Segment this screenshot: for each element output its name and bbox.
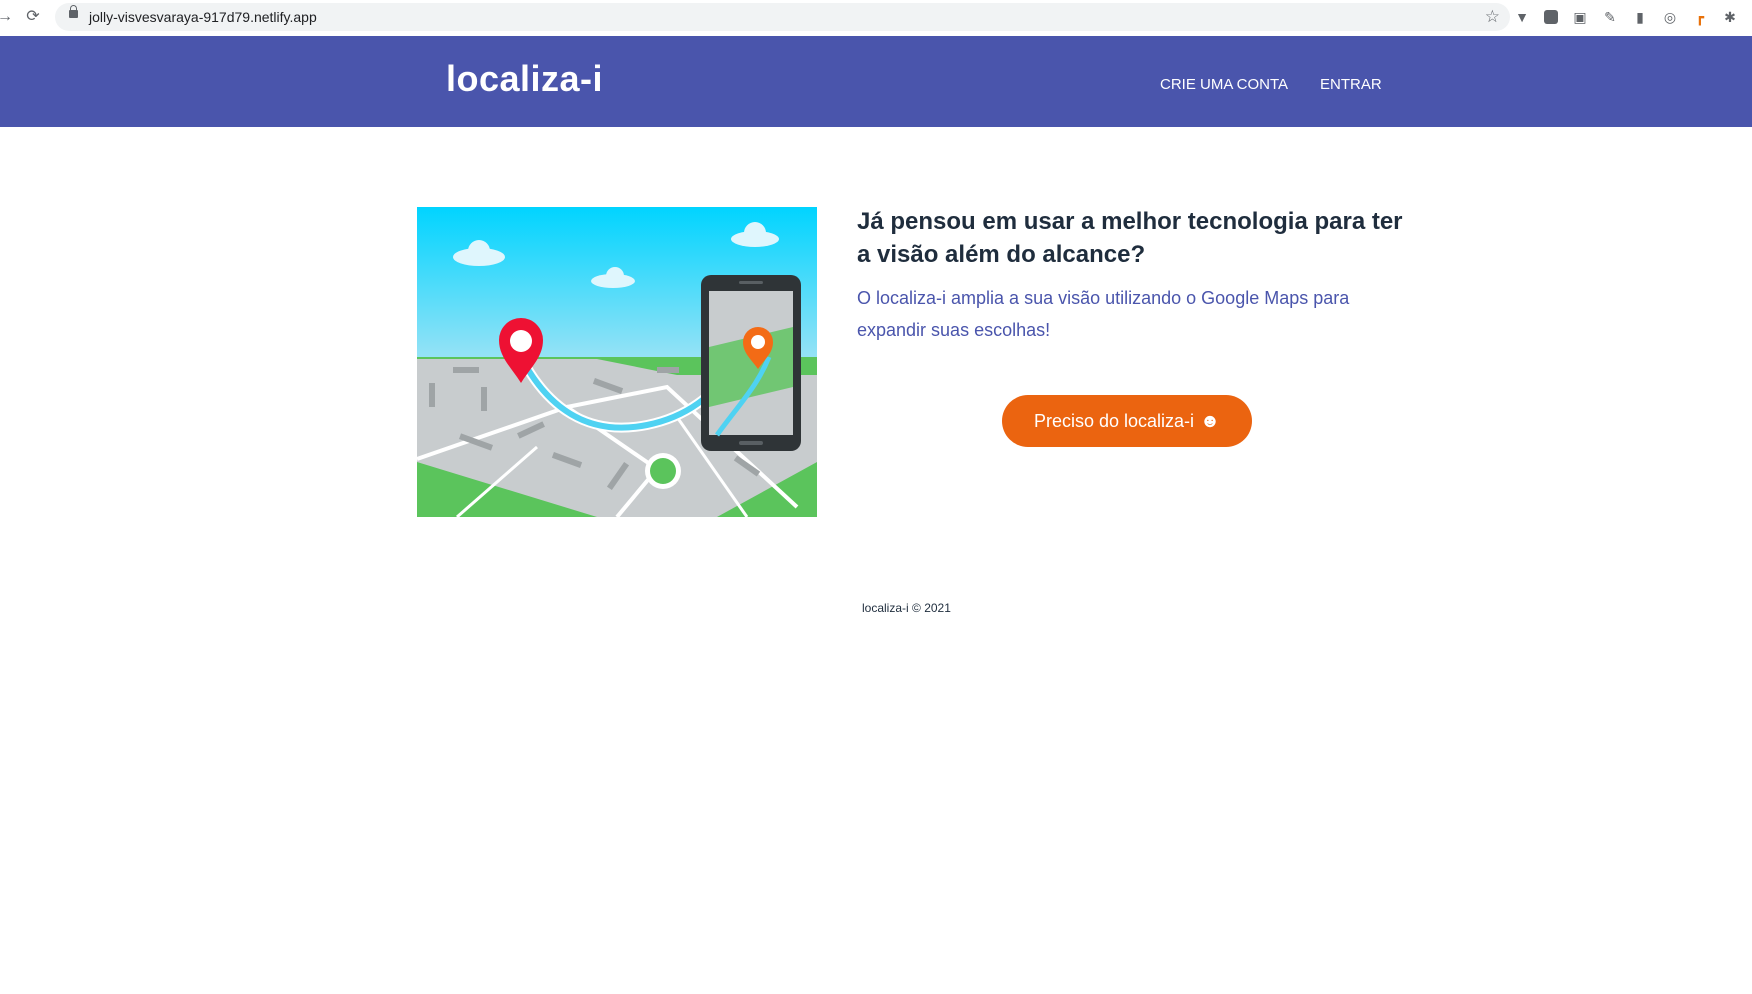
reload-icon[interactable]: ⟳ [22, 6, 44, 28]
smartphone-icon [701, 275, 801, 451]
extension-puzzle-icon[interactable]: ✱ [1722, 9, 1738, 25]
extension-bracket-icon[interactable]: ┏ [1692, 9, 1708, 25]
extension-pen-icon[interactable]: ✎ [1602, 9, 1618, 25]
extension-v-icon[interactable]: ▼ [1514, 9, 1530, 25]
hero-headline: Já pensou em usar a melhor tecnologia pa… [857, 208, 1403, 268]
hero-description: O localiza-i amplia a sua visão utilizan… [857, 288, 1350, 340]
url-text[interactable]: jolly-visvesvaraya-917d79.netlify.app [89, 3, 317, 31]
forward-icon[interactable]: → [0, 6, 16, 28]
site-header: localiza-i CRIE UMA CONTA ENTRAR [0, 36, 1752, 127]
lock-icon[interactable] [69, 5, 78, 18]
footer-copyright: localiza-i © 2021 [862, 601, 951, 615]
extension-square-icon[interactable] [1544, 10, 1558, 24]
bookmark-star-icon[interactable]: ☆ [1485, 3, 1500, 31]
hero-map-illustration [417, 207, 817, 517]
map-illustration-svg [417, 207, 817, 517]
site-logo[interactable]: localiza-i [446, 58, 603, 100]
address-bar[interactable]: jolly-visvesvaraya-917d79.netlify.app ☆ [55, 3, 1510, 31]
extension-board-icon[interactable]: ▣ [1572, 9, 1588, 25]
cta-button[interactable]: Preciso do localiza-i ☻ [1002, 395, 1252, 447]
smiley-icon: ☻ [1200, 410, 1221, 432]
nav-login-link[interactable]: ENTRAR [1320, 76, 1382, 93]
nav-create-account-link[interactable]: CRIE UMA CONTA [1160, 76, 1288, 93]
browser-toolbar: → ⟳ jolly-visvesvaraya-917d79.netlify.ap… [0, 0, 1752, 36]
extension-circle-icon[interactable]: ◎ [1662, 9, 1678, 25]
extension-book-icon[interactable]: ▮ [1632, 9, 1648, 25]
cta-label: Preciso do localiza-i [1033, 410, 1195, 431]
extensions-bar: ▼ ▣ ✎ ▮ ◎ ┏ ✱ [1514, 0, 1738, 34]
